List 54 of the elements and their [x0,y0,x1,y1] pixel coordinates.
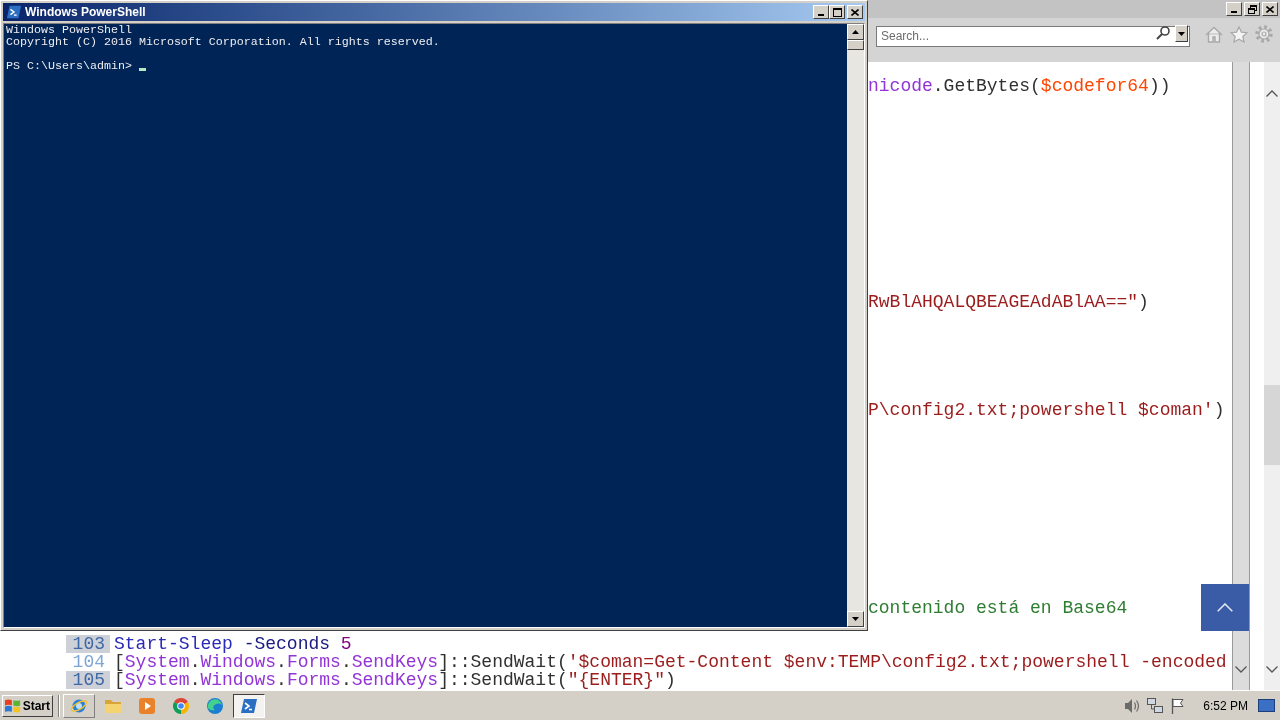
line-number: 103 [66,635,110,653]
console-text: Windows PowerShell [6,24,132,36]
cursor-icon [138,68,146,71]
code-line: [System.Windows.Forms.SendKeys]::SendWait("{ENTER}") [114,671,676,689]
browser-icon[interactable] [172,696,190,715]
minimize-icon [818,14,824,16]
terminal-icon [240,696,258,715]
code-line: contenido está en Base64 [868,599,1128,617]
network-icon[interactable] [1147,697,1164,714]
search-field[interactable]: Search... [876,25,1190,47]
scrollbar-thumb[interactable] [847,40,864,50]
scrollbar-thumb[interactable] [1264,385,1280,465]
scroll-down-button[interactable] [847,611,864,627]
dropdown-button[interactable] [1175,25,1188,42]
console-text: Copyright (C) 2016 Microsoft Corporation. All rights reserved. [6,36,440,48]
start-button[interactable]: Start [2,694,53,717]
close-icon [1266,5,1274,13]
chevron-down-icon [1235,665,1247,673]
chevron-up-icon [1217,603,1233,612]
line-number: 104 [71,653,106,671]
code-line: P\config2.txt;powershell $coman') [868,401,1225,419]
taskbar-button[interactable] [233,693,265,718]
minimize-button[interactable] [1226,2,1242,16]
close-icon [851,8,859,16]
line-number: 105 [66,671,110,689]
clock: 6:52 PM [1203,697,1248,715]
minimize-button[interactable] [813,5,829,19]
window-title: Windows PowerShell [25,4,146,21]
code-line: nicode.GetBytes($codefor64)) [868,77,1171,95]
windows-flag-icon [5,698,21,713]
code-line: RwBlAHQALQBEAGEAdABlAA==") [868,293,1149,311]
caret-down-icon [1178,31,1185,36]
caret-up-icon [852,30,859,34]
restore-button[interactable] [1244,2,1260,16]
flag-icon[interactable] [1170,697,1187,714]
chevron-down-icon [1266,665,1278,673]
maximize-icon [832,7,842,17]
star-icon[interactable] [1230,26,1248,43]
caret-down-icon [852,617,859,621]
play-icon[interactable] [138,696,156,715]
terminal-icon [6,4,22,20]
minimize-icon [1231,11,1237,13]
maximize-button[interactable] [829,5,845,19]
search-icon[interactable] [1156,26,1170,40]
close-button[interactable] [847,5,863,19]
restore-icon [1247,4,1257,14]
browser-icon[interactable] [206,696,224,715]
code-line: [System.Windows.Forms.SendKeys]::SendWait('$coman=Get-Content $env:TEMP\config2.txt;powershell -encoded [114,653,1227,671]
console-prompt: PS C:\Users\admin> [6,60,132,72]
code-line: Start-Sleep -Seconds 5 [114,635,352,653]
chevron-up-icon [1266,89,1278,97]
scroll-up-button[interactable] [847,24,864,40]
close-button[interactable] [1262,2,1278,16]
speaker-icon[interactable] [1124,697,1141,714]
